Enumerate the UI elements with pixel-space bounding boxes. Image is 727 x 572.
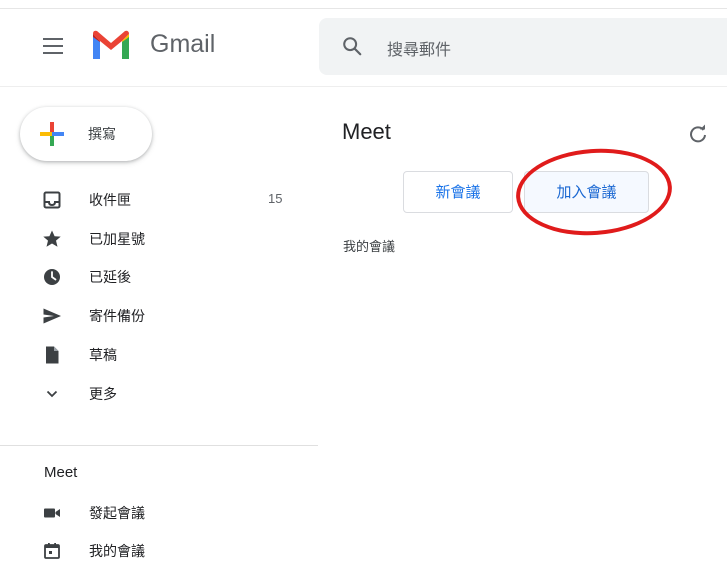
my-meetings-label: 我的會議: [343, 240, 396, 255]
inbox-icon: [43, 191, 61, 209]
search-icon[interactable]: [341, 35, 363, 57]
sidebar-item-label: 寄件備份: [89, 309, 145, 325]
star-icon: [43, 230, 61, 247]
meet-section-title: Meet: [44, 464, 78, 481]
sidebar-item-my-meetings[interactable]: 我的會議: [0, 532, 300, 570]
sidebar-item-label: 發起會議: [89, 506, 145, 522]
compose-label: 撰寫: [88, 127, 116, 143]
main-menu-icon[interactable]: [43, 38, 63, 54]
header-divider: [0, 86, 727, 87]
sidebar-item-drafts[interactable]: 草稿: [0, 336, 300, 374]
sidebar-item-starred[interactable]: 已加星號: [0, 220, 300, 258]
sidebar-item-label: 已加星號: [89, 232, 145, 248]
chevron-down-icon: [46, 390, 58, 398]
gmail-logo-icon[interactable]: [90, 29, 132, 62]
video-icon: [44, 508, 60, 518]
clock-icon: [44, 269, 60, 285]
draft-icon: [46, 346, 59, 364]
search-bar[interactable]: 搜尋郵件: [319, 18, 727, 75]
calendar-icon: [44, 543, 60, 559]
sidebar-item-label: 草稿: [89, 348, 117, 364]
sidebar-divider: [0, 445, 318, 446]
page-title: Meet: [342, 119, 391, 144]
gmail-brand-text: Gmail: [150, 30, 216, 58]
top-border: [0, 8, 727, 9]
sidebar-item-start-meeting[interactable]: 發起會議: [0, 494, 300, 532]
send-icon: [43, 308, 61, 324]
sidebar-item-more[interactable]: 更多: [0, 375, 300, 413]
sidebar-item-label: 更多: [89, 387, 117, 403]
sidebar-item-label: 收件匣: [89, 193, 131, 209]
sidebar-item-inbox[interactable]: 收件匣 15: [0, 181, 300, 219]
join-meeting-button[interactable]: 加入會議: [524, 171, 649, 213]
plus-icon: [40, 122, 64, 146]
sidebar-item-label: 已延後: [89, 270, 131, 286]
sidebar-item-label: 我的會議: [89, 544, 145, 560]
search-input[interactable]: 搜尋郵件: [387, 36, 451, 60]
sidebar-item-sent[interactable]: 寄件備份: [0, 297, 300, 335]
inbox-unread-count: 15: [268, 191, 283, 206]
new-meeting-button[interactable]: 新會議: [403, 171, 513, 213]
compose-button[interactable]: 撰寫: [20, 107, 152, 161]
sidebar-item-snoozed[interactable]: 已延後: [0, 258, 300, 296]
refresh-icon[interactable]: [687, 123, 709, 145]
